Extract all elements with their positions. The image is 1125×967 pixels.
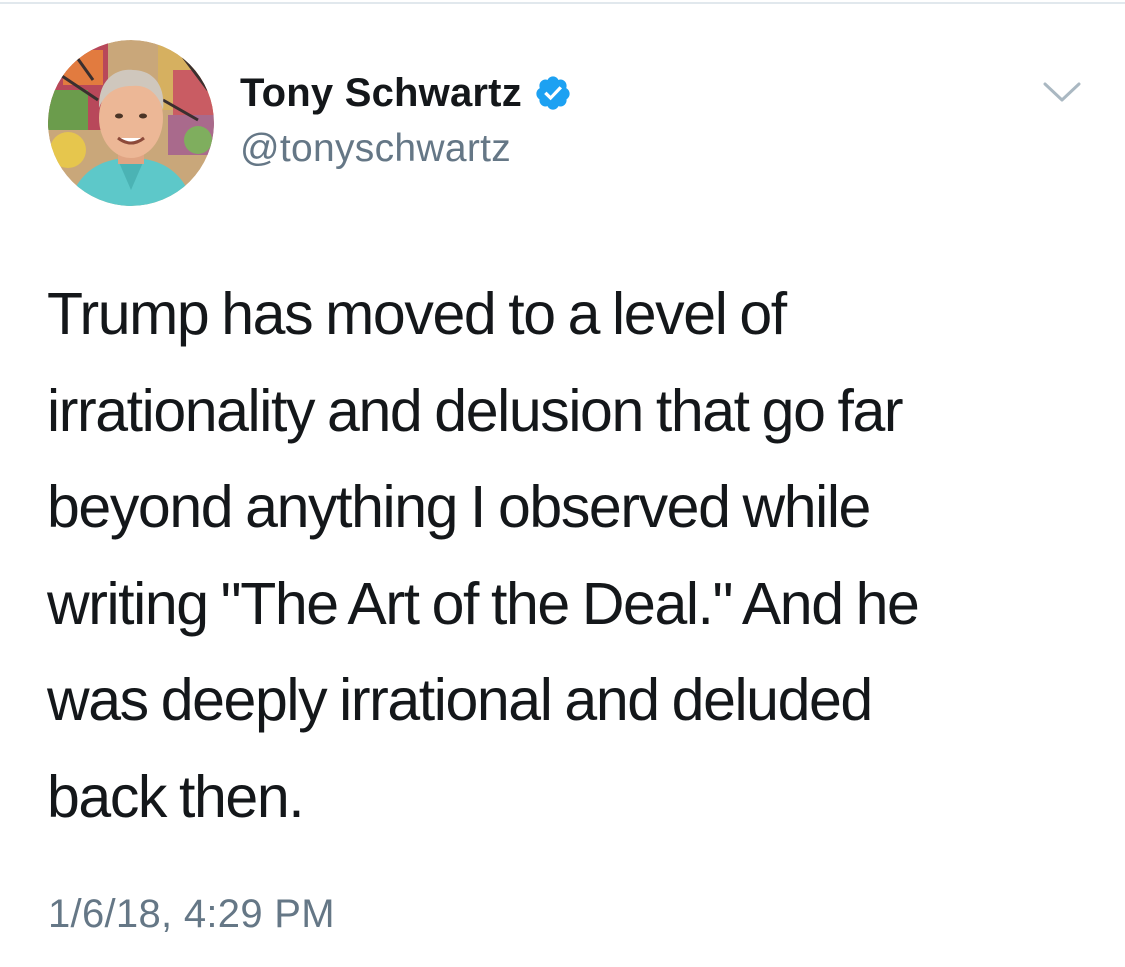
- author-name-row[interactable]: Tony Schwartz: [240, 68, 572, 118]
- username-handle[interactable]: @tonyschwartz: [240, 124, 511, 174]
- tweet-text-line: was deeply irrational and deluded: [47, 667, 873, 733]
- profile-photo: [48, 40, 214, 206]
- tweet-text-line: back then.: [47, 763, 305, 830]
- top-divider: [0, 2, 1125, 4]
- tweet-menu-button[interactable]: [1038, 72, 1086, 112]
- tweet-text-line: beyond anything I observed while: [47, 474, 871, 540]
- tweet-text-line: writing "The Art of the Deal." And he: [47, 570, 920, 637]
- tweet-text-line: irrationality and delusion that go far: [47, 377, 904, 444]
- tweet-timestamp[interactable]: 1/6/18, 4:29 PM: [48, 888, 335, 940]
- tweet-text: Trump has moved to a level of irrational…: [47, 266, 1087, 845]
- verified-badge-icon: [534, 74, 572, 112]
- avatar[interactable]: [48, 40, 214, 206]
- tweet-text-line: Trump has moved to a level of: [47, 281, 787, 347]
- display-name[interactable]: Tony Schwartz: [240, 68, 522, 118]
- chevron-down-icon: [1043, 82, 1081, 102]
